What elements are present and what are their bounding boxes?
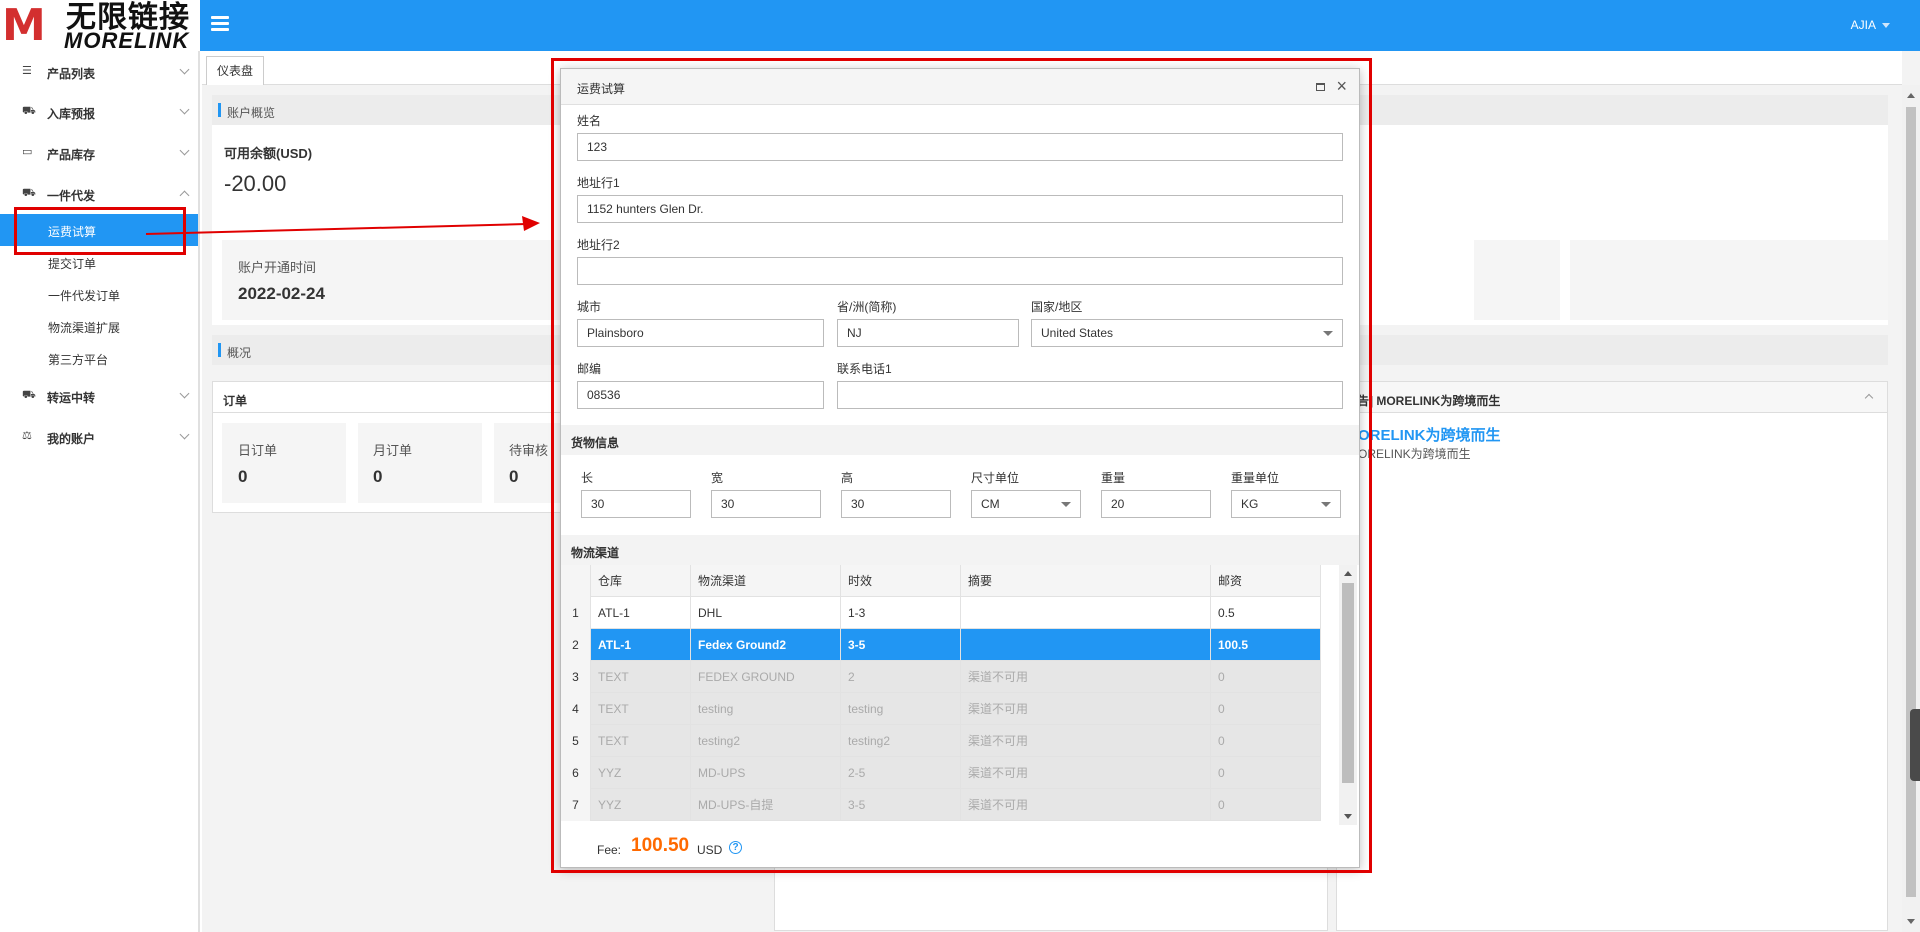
annotation-box-dialog [551, 58, 1372, 873]
